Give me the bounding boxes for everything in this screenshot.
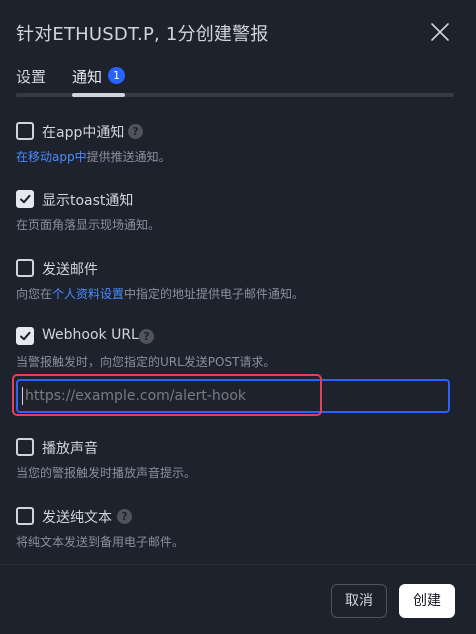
send-plaintext-checkbox[interactable] (16, 507, 34, 525)
option-webhook: Webhook URL ? 当警报触发时，向您指定的URL发送POST请求。 (16, 324, 456, 369)
send-email-desc-suffix: 中指定的地址提供电子邮件通知。 (124, 287, 305, 301)
send-email-label: 发送邮件 (42, 262, 98, 278)
toast-notification-label: 显示toast通知 (42, 193, 134, 209)
send-email-desc-prefix: 向您在 (16, 287, 53, 301)
dialog-header: 针对ETHUSDT.P, 1分创建警报 (0, 0, 476, 64)
tab-notifications[interactable]: 通知 1 (72, 66, 125, 97)
mobile-app-link[interactable]: 在移动app中 (16, 150, 87, 164)
webhook-url-input[interactable] (16, 379, 450, 413)
send-plaintext-label: 发送纯文本 (42, 510, 112, 526)
app-notification-description: 在移动app中提供推送通知。 (16, 148, 171, 165)
option-app-notification: 在app中通知 ? 在移动app中提供推送通知。 (16, 119, 456, 164)
webhook-label: Webhook URL (42, 327, 139, 343)
help-icon[interactable]: ? (128, 124, 143, 139)
footer-divider (0, 564, 476, 565)
dialog-title: 针对ETHUSDT.P, 1分创建警报 (16, 24, 269, 45)
play-sound-checkbox[interactable] (16, 438, 34, 456)
webhook-checkbox[interactable] (16, 327, 34, 345)
option-toast-notification: 显示toast通知 在页面角落显示现场通知。 (16, 187, 456, 232)
cancel-button[interactable]: 取消 (331, 584, 387, 618)
profile-settings-link[interactable]: 个人资料设置 (52, 287, 124, 301)
notification-count-badge: 1 (108, 67, 125, 84)
text-cursor (22, 387, 23, 405)
help-icon[interactable]: ? (139, 329, 154, 344)
option-send-plaintext: 发送纯文本 ? 将纯文本发送到备用电子邮件。 (16, 504, 456, 549)
help-icon[interactable]: ? (117, 509, 132, 524)
send-plaintext-description: 将纯文本发送到备用电子邮件。 (16, 535, 185, 549)
option-send-email: 发送邮件 向您在个人资料设置中指定的地址提供电子邮件通知。 (16, 256, 456, 301)
tab-notifications-label: 通知 (72, 68, 103, 86)
close-icon[interactable] (429, 21, 451, 43)
tab-settings-label: 设置 (16, 68, 47, 86)
send-email-checkbox[interactable] (16, 259, 34, 277)
tab-bar: 设置 通知 1 (16, 66, 454, 98)
app-notification-checkbox[interactable] (16, 122, 34, 140)
play-sound-description: 当您的警报触发时播放声音提示。 (16, 466, 197, 480)
send-email-description: 向您在个人资料设置中指定的地址提供电子邮件通知。 (16, 285, 304, 302)
create-button[interactable]: 创建 (399, 584, 455, 618)
app-notification-label: 在app中通知 (42, 125, 125, 141)
checkmark-icon (20, 331, 31, 341)
tab-settings[interactable]: 设置 (16, 66, 46, 94)
active-tab-indicator (72, 93, 125, 97)
play-sound-label: 播放声音 (42, 441, 98, 457)
webhook-description: 当警报触发时，向您指定的URL发送POST请求。 (16, 355, 276, 369)
toast-notification-checkbox[interactable] (16, 190, 34, 208)
toast-notification-description: 在页面角落显示现场通知。 (16, 218, 161, 232)
option-play-sound: 播放声音 当您的警报触发时播放声音提示。 (16, 435, 456, 480)
app-notification-desc-text: 提供推送通知。 (86, 150, 171, 164)
checkmark-icon (20, 194, 31, 204)
